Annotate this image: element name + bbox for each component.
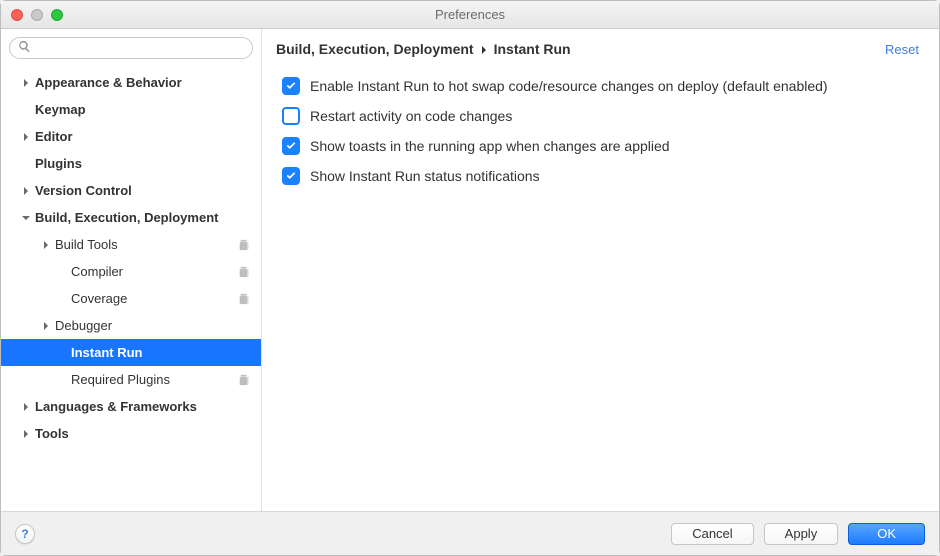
ok-button[interactable]: OK bbox=[848, 523, 925, 545]
checkbox[interactable] bbox=[282, 107, 300, 125]
search-icon bbox=[18, 40, 31, 56]
footer: ? Cancel Apply OK bbox=[1, 511, 939, 555]
traffic-lights bbox=[11, 9, 63, 21]
sidebar-item[interactable]: Tools bbox=[1, 420, 261, 447]
sidebar-item[interactable]: Build, Execution, Deployment bbox=[1, 204, 261, 231]
option-row: Restart activity on code changes bbox=[276, 101, 919, 131]
search-field[interactable] bbox=[9, 37, 253, 59]
search-input[interactable] bbox=[36, 41, 244, 55]
expand-arrow-icon[interactable] bbox=[41, 321, 51, 331]
expand-arrow-icon[interactable] bbox=[41, 240, 51, 250]
sidebar-item[interactable]: Editor bbox=[1, 123, 261, 150]
search-wrap bbox=[1, 29, 261, 69]
sidebar-item[interactable]: Compiler bbox=[1, 258, 261, 285]
expand-arrow-icon[interactable] bbox=[21, 429, 31, 439]
chevron-right-icon bbox=[480, 41, 488, 57]
cancel-button[interactable]: Cancel bbox=[671, 523, 753, 545]
checkbox[interactable] bbox=[282, 77, 300, 95]
sidebar-item[interactable]: Required Plugins bbox=[1, 366, 261, 393]
reset-link[interactable]: Reset bbox=[885, 42, 919, 57]
sidebar-item-label: Required Plugins bbox=[71, 372, 237, 387]
sidebar-item[interactable]: Build Tools bbox=[1, 231, 261, 258]
window-close-button[interactable] bbox=[11, 9, 23, 21]
option-row: Show Instant Run status notifications bbox=[276, 161, 919, 191]
checkbox[interactable] bbox=[282, 137, 300, 155]
breadcrumb: Build, Execution, Deployment Instant Run bbox=[276, 41, 571, 57]
option-label: Enable Instant Run to hot swap code/reso… bbox=[310, 78, 828, 94]
copy-icon[interactable] bbox=[237, 265, 251, 279]
options-list: Enable Instant Run to hot swap code/reso… bbox=[276, 71, 919, 191]
apply-button[interactable]: Apply bbox=[764, 523, 839, 545]
sidebar-item[interactable]: Plugins bbox=[1, 150, 261, 177]
option-label: Show Instant Run status notifications bbox=[310, 168, 540, 184]
help-icon: ? bbox=[21, 527, 28, 541]
checkbox[interactable] bbox=[282, 167, 300, 185]
title-bar: Preferences bbox=[1, 1, 939, 29]
sidebar-item[interactable]: Appearance & Behavior bbox=[1, 69, 261, 96]
sidebar-item[interactable]: Coverage bbox=[1, 285, 261, 312]
option-label: Show toasts in the running app when chan… bbox=[310, 138, 670, 154]
sidebar-item[interactable]: Instant Run bbox=[1, 339, 261, 366]
expand-arrow-icon[interactable] bbox=[21, 213, 31, 223]
sidebar-item[interactable]: Keymap bbox=[1, 96, 261, 123]
expand-arrow-icon[interactable] bbox=[21, 78, 31, 88]
expand-arrow-icon[interactable] bbox=[21, 402, 31, 412]
sidebar-item-label: Keymap bbox=[35, 102, 261, 117]
sidebar-item-label: Languages & Frameworks bbox=[35, 399, 261, 414]
sidebar-item-label: Build, Execution, Deployment bbox=[35, 210, 261, 225]
window-title: Preferences bbox=[435, 7, 505, 22]
copy-icon[interactable] bbox=[237, 238, 251, 252]
copy-icon[interactable] bbox=[237, 373, 251, 387]
copy-icon[interactable] bbox=[237, 292, 251, 306]
sidebar-tree: Appearance & Behavior Keymap Editor Plugins… bbox=[1, 69, 261, 511]
sidebar-item-label: Debugger bbox=[55, 318, 261, 333]
sidebar-item-label: Compiler bbox=[71, 264, 237, 279]
sidebar-item-label: Build Tools bbox=[55, 237, 237, 252]
help-button[interactable]: ? bbox=[15, 524, 35, 544]
expand-arrow-icon[interactable] bbox=[21, 132, 31, 142]
window-minimize-button[interactable] bbox=[31, 9, 43, 21]
breadcrumb-segment: Instant Run bbox=[494, 41, 571, 57]
option-row: Show toasts in the running app when chan… bbox=[276, 131, 919, 161]
sidebar-item-label: Editor bbox=[35, 129, 261, 144]
sidebar-item[interactable]: Version Control bbox=[1, 177, 261, 204]
sidebar-item[interactable]: Languages & Frameworks bbox=[1, 393, 261, 420]
window-maximize-button[interactable] bbox=[51, 9, 63, 21]
sidebar-item-label: Tools bbox=[35, 426, 261, 441]
sidebar-item-label: Appearance & Behavior bbox=[35, 75, 261, 90]
sidebar-item-label: Coverage bbox=[71, 291, 237, 306]
sidebar-item-label: Instant Run bbox=[71, 345, 261, 360]
content-pane: Build, Execution, Deployment Instant Run… bbox=[262, 29, 939, 511]
sidebar-item[interactable]: Debugger bbox=[1, 312, 261, 339]
sidebar-item-label: Plugins bbox=[35, 156, 261, 171]
expand-arrow-icon[interactable] bbox=[21, 186, 31, 196]
sidebar-item-label: Version Control bbox=[35, 183, 261, 198]
breadcrumb-segment: Build, Execution, Deployment bbox=[276, 41, 474, 57]
sidebar: Appearance & Behavior Keymap Editor Plugins… bbox=[1, 29, 262, 511]
option-label: Restart activity on code changes bbox=[310, 108, 512, 124]
option-row: Enable Instant Run to hot swap code/reso… bbox=[276, 71, 919, 101]
